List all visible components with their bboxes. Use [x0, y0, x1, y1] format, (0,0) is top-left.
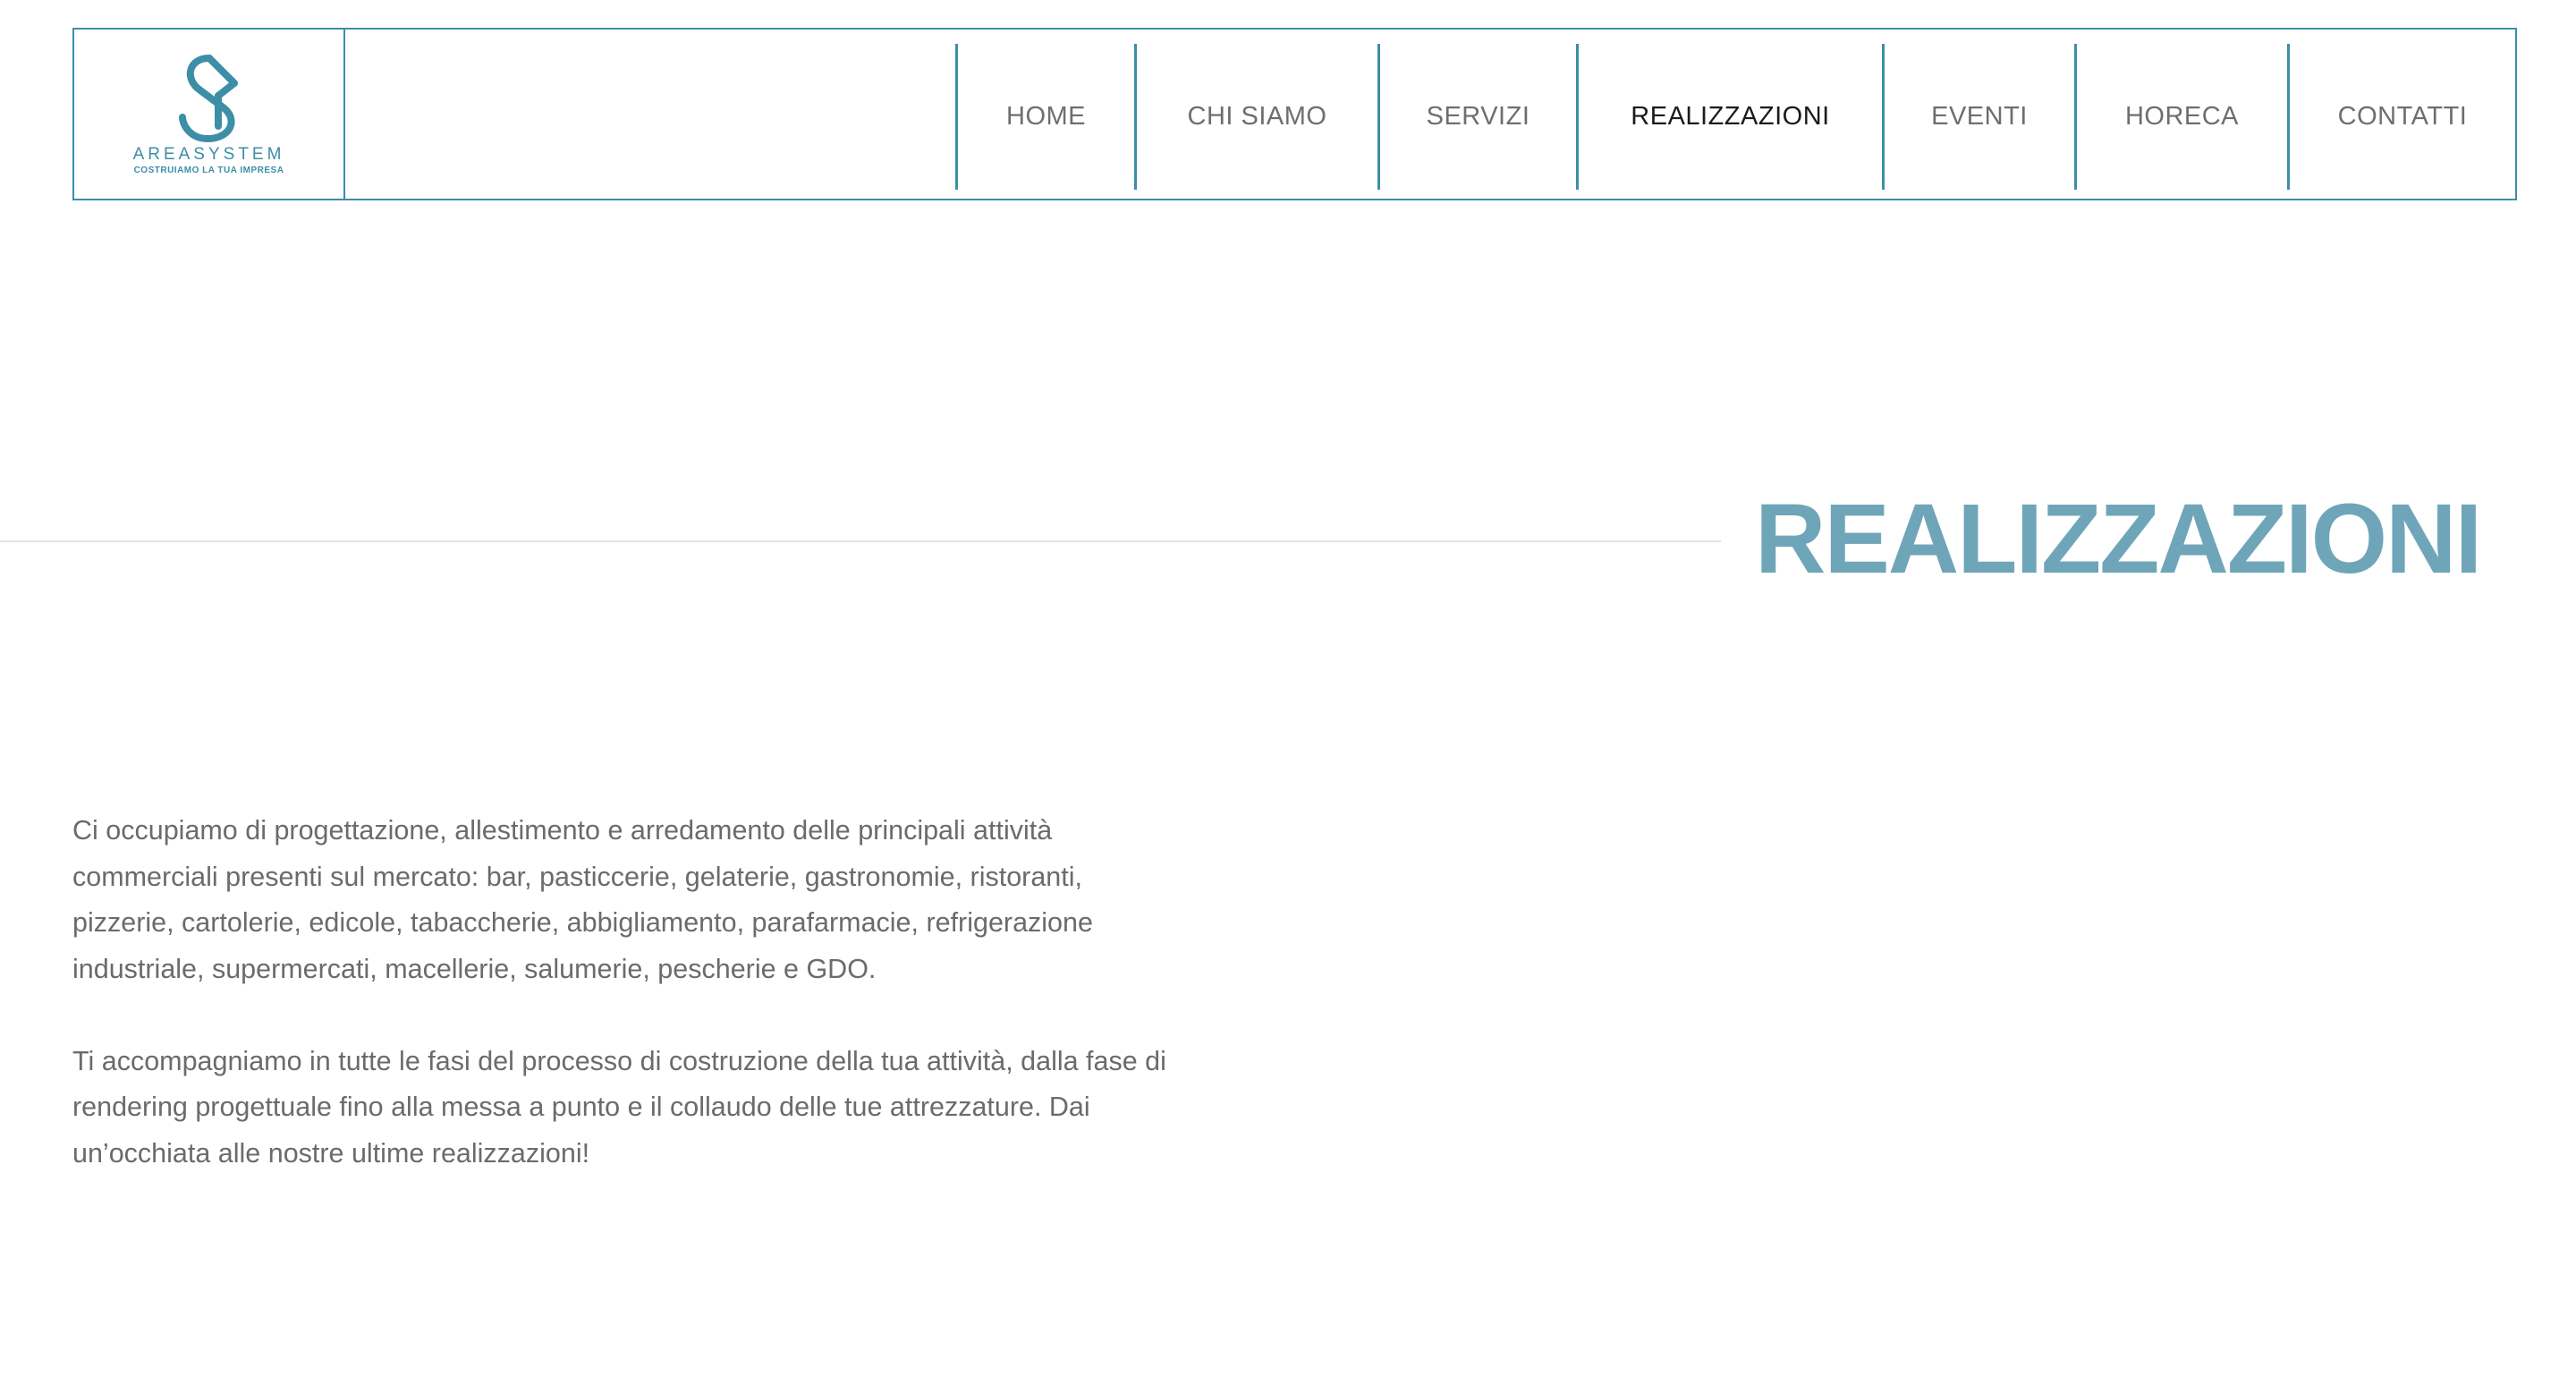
intro-paragraph-2: Ti accompagniamo in tutte le fasi del pr… — [72, 1045, 1166, 1169]
nav-item-realizzazioni[interactable]: REALIZZAZIONI — [1576, 44, 1882, 190]
logo-link[interactable]: AREASYSTEM COSTRUIAMO LA TUA IMPRESA — [74, 30, 345, 199]
nav-item-chi-siamo[interactable]: CHI SIAMO — [1134, 44, 1377, 190]
site-header: AREASYSTEM COSTRUIAMO LA TUA IMPRESA HOM… — [72, 28, 2517, 200]
intro-text: Ci occupiamo di progettazione, allestime… — [72, 808, 1182, 1223]
page-title: REALIZZAZIONI — [1755, 484, 2482, 594]
brand-tagline: COSTRUIAMO LA TUA IMPRESA — [133, 166, 284, 175]
intro-paragraph-1: Ci occupiamo di progettazione, allestime… — [72, 815, 1093, 984]
sa-monogram-icon — [179, 55, 238, 142]
title-divider — [0, 540, 1721, 542]
nav-item-home[interactable]: HOME — [955, 44, 1134, 190]
nav-item-contatti[interactable]: CONTATTI — [2287, 44, 2515, 190]
nav-item-servizi[interactable]: SERVIZI — [1377, 44, 1576, 190]
nav-item-eventi[interactable]: EVENTI — [1882, 44, 2074, 190]
nav-item-horeca[interactable]: HORECA — [2074, 44, 2287, 190]
main-nav: HOME CHI SIAMO SERVIZI REALIZZAZIONI EVE… — [955, 44, 2515, 190]
brand-name: AREASYSTEM — [132, 145, 285, 164]
page: AREASYSTEM COSTRUIAMO LA TUA IMPRESA HOM… — [0, 0, 2576, 1394]
